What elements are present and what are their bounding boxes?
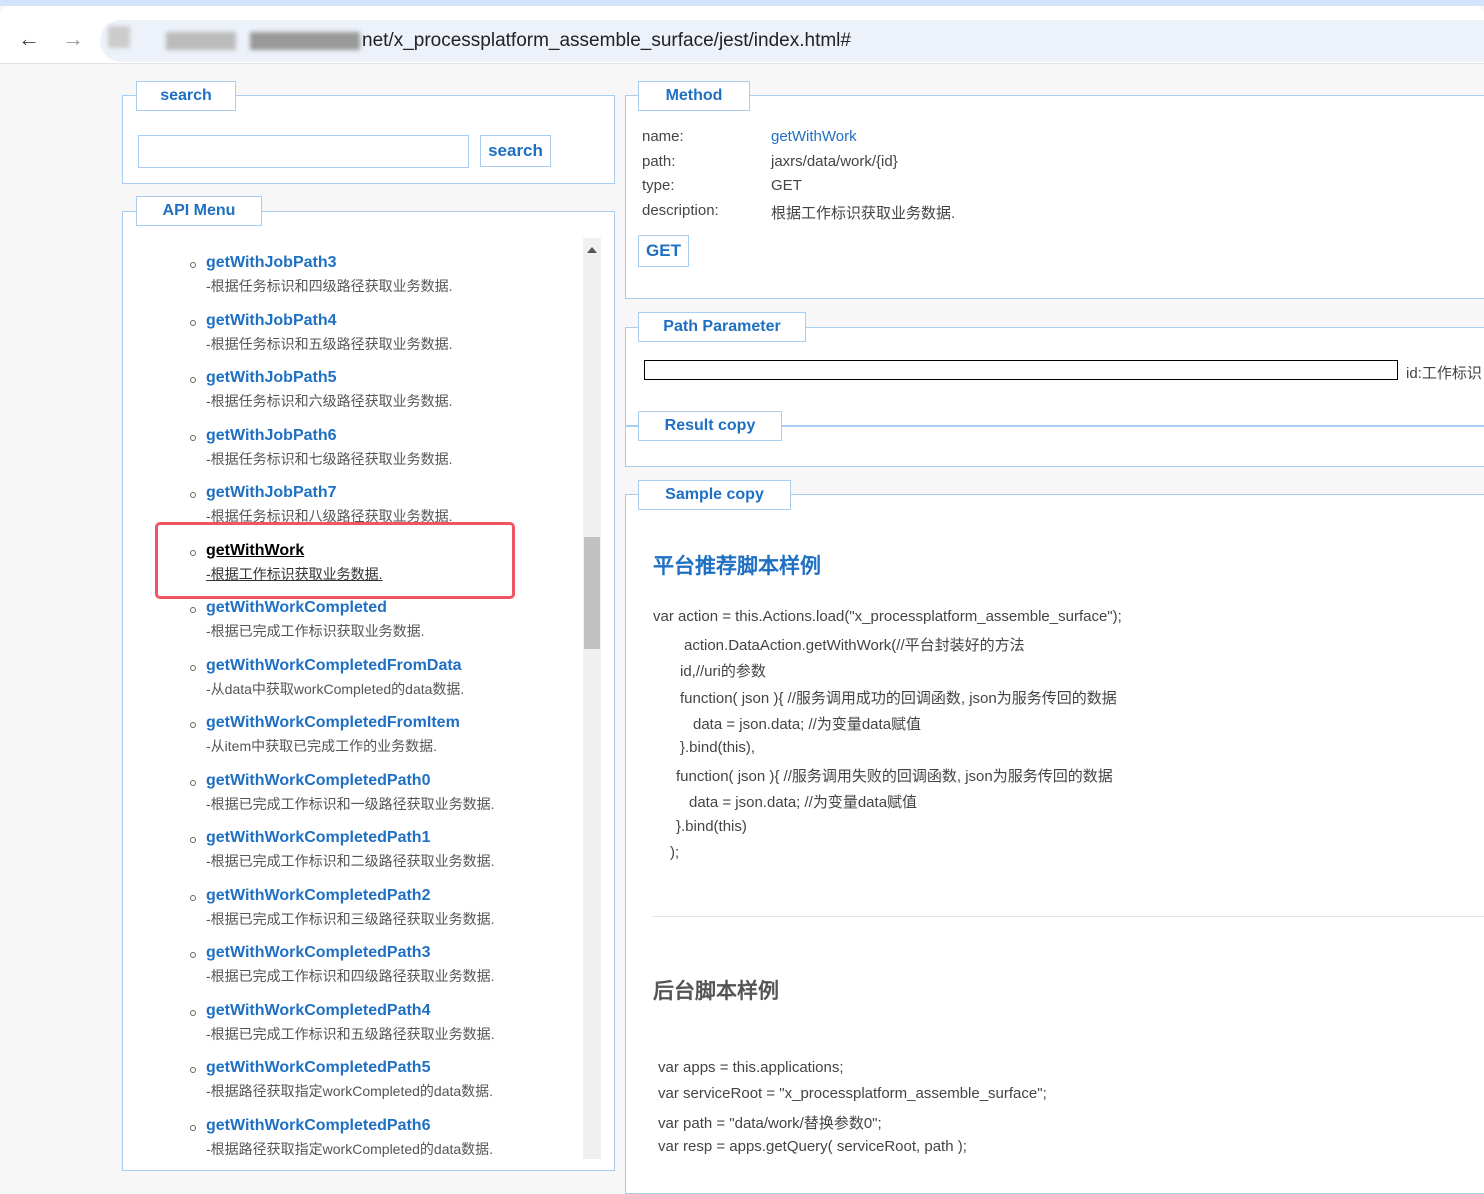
api-description: -根据路径获取指定workCompleted的data数据. [206,1140,494,1157]
scroll-up-icon[interactable] [587,247,597,253]
code-line: data = json.data; //为变量data赋值 [693,715,922,733]
api-name-link[interactable]: getWithWorkCompletedPath6 [206,1117,430,1135]
site-icon [108,26,130,48]
scrollbar[interactable] [583,238,601,1159]
code-line: function( json ){ //服务调用成功的回调函数, json为服务… [680,689,1117,707]
api-name-link[interactable]: getWithWorkCompletedFromData [206,657,462,675]
redacted-host [166,32,236,50]
api-description: -根据已完成工作标识和二级路径获取业务数据. [206,853,495,869]
bullet-icon [190,434,196,441]
bullet-icon [190,952,196,958]
code-line: action.DataAction.getWithWork(//平台封装好的方法 [684,637,1025,655]
backend-sample-title: 后台脚本样例 [653,980,779,1003]
result-copy-legend[interactable]: Result copy [638,411,782,441]
api-description: -根据任务标识和六级路径获取业务数据. [206,393,453,409]
platform-sample-title: 平台推荐脚本样例 [653,555,821,578]
scrollbar-thumb[interactable] [584,537,600,649]
get-button[interactable]: GET [638,235,689,267]
code-line: function( json ){ //服务调用失败的回调函数, json为服务… [676,768,1113,786]
browser-toolbar: ← → net/x_processplatform_assemble_surfa… [0,6,1484,64]
api-name-link[interactable]: getWithJobPath6 [206,427,337,445]
name-label: name: [642,128,684,145]
id-param-label: id:工作标识 [1406,365,1482,382]
bullet-icon [190,1067,196,1073]
sample-copy-legend[interactable]: Sample copy [638,480,791,510]
api-description: -根据任务标识和四级路径获取业务数据. [206,278,453,294]
path-label: path: [642,153,676,170]
bullet-icon [190,722,196,728]
bullet-icon [190,837,196,843]
highlight-box [155,522,515,599]
description-label: description: [642,202,719,219]
api-description: -根据任务标识和五级路径获取业务数据. [206,335,453,352]
address-bar[interactable]: net/x_processplatform_assemble_surface/j… [100,20,1484,62]
path-value: jaxrs/data/work/{id} [771,153,898,170]
code-line: id,//uri的参数 [680,663,766,681]
bullet-icon [190,1009,196,1016]
name-value: getWithWork [771,128,857,145]
code-line: }.bind(this), [680,739,756,756]
bullet-icon [190,664,196,671]
bullet-icon [190,607,196,613]
forward-icon[interactable]: → [62,26,84,52]
bullet-icon [190,377,196,383]
api-description: -根据已完成工作标识和一级路径获取业务数据. [206,795,495,812]
api-description: -从item中获取已完成工作的业务数据. [206,738,437,754]
bullet-icon [190,262,196,268]
code-line: var serviceRoot = "x_processplatform_ass… [658,1085,1047,1103]
api-name-link[interactable]: getWithWorkCompletedPath0 [206,772,430,790]
code-line: }.bind(this) [676,817,747,835]
api-menu-legend: API Menu [136,196,262,226]
search-input[interactable] [138,135,469,168]
api-name-link[interactable]: getWithWorkCompletedPath4 [206,1002,430,1020]
code-line: var action = this.Actions.load("x_proces… [653,608,1122,625]
search-button[interactable]: search [480,135,551,167]
code-line: var apps = this.applications; [658,1059,844,1076]
description-value: 根据工作标识获取业务数据. [771,205,956,222]
api-name-link[interactable]: getWithWorkCompletedPath3 [206,944,430,962]
api-name-link[interactable]: getWithJobPath3 [206,254,337,272]
url-text: net/x_processplatform_assemble_surface/j… [362,30,851,51]
search-legend: search [136,81,236,111]
back-icon[interactable]: ← [18,26,40,52]
api-name-link[interactable]: getWithWorkCompletedPath5 [206,1059,430,1077]
redacted-host [250,32,360,50]
api-name-link[interactable]: getWithWorkCompletedPath1 [206,829,430,847]
api-name-link[interactable]: getWithJobPath5 [206,369,337,387]
code-line: var resp = apps.getQuery( serviceRoot, p… [658,1137,967,1155]
api-name-link[interactable]: getWithWorkCompletedPath2 [206,887,430,905]
bullet-icon [190,894,196,901]
api-description: -从data中获取workCompleted的data数据. [206,680,465,697]
api-description: -根据路径获取指定workCompleted的data数据. [206,1083,494,1099]
api-description: -根据已完成工作标识和五级路径获取业务数据. [206,1025,495,1042]
bullet-icon [190,779,196,786]
type-value: GET [771,177,802,194]
api-description: -根据任务标识和七级路径获取业务数据. [206,450,453,467]
bullet-icon [190,319,196,326]
divider [653,916,1484,917]
api-description: -根据已完成工作标识和四级路径获取业务数据. [206,968,495,984]
method-legend: Method [638,81,750,111]
code-line: var path = "data/work/替换参数0"; [658,1114,882,1132]
api-name-link[interactable]: getWithWorkCompleted [206,599,387,617]
bullet-icon [190,492,196,498]
code-line: data = json.data; //为变量data赋值 [689,794,918,812]
path-parameter-legend: Path Parameter [638,312,806,342]
api-description: -根据已完成工作标识和三级路径获取业务数据. [206,910,495,927]
type-label: type: [642,177,675,194]
api-name-link[interactable]: getWithJobPath7 [206,484,337,502]
code-line: ); [670,843,680,861]
bullet-icon [190,1124,196,1131]
id-input[interactable] [644,360,1398,380]
method-panel [625,95,1484,299]
api-description: -根据已完成工作标识获取业务数据. [206,623,425,639]
api-name-link[interactable]: getWithJobPath4 [206,312,337,330]
api-name-link[interactable]: getWithWorkCompletedFromItem [206,714,460,732]
